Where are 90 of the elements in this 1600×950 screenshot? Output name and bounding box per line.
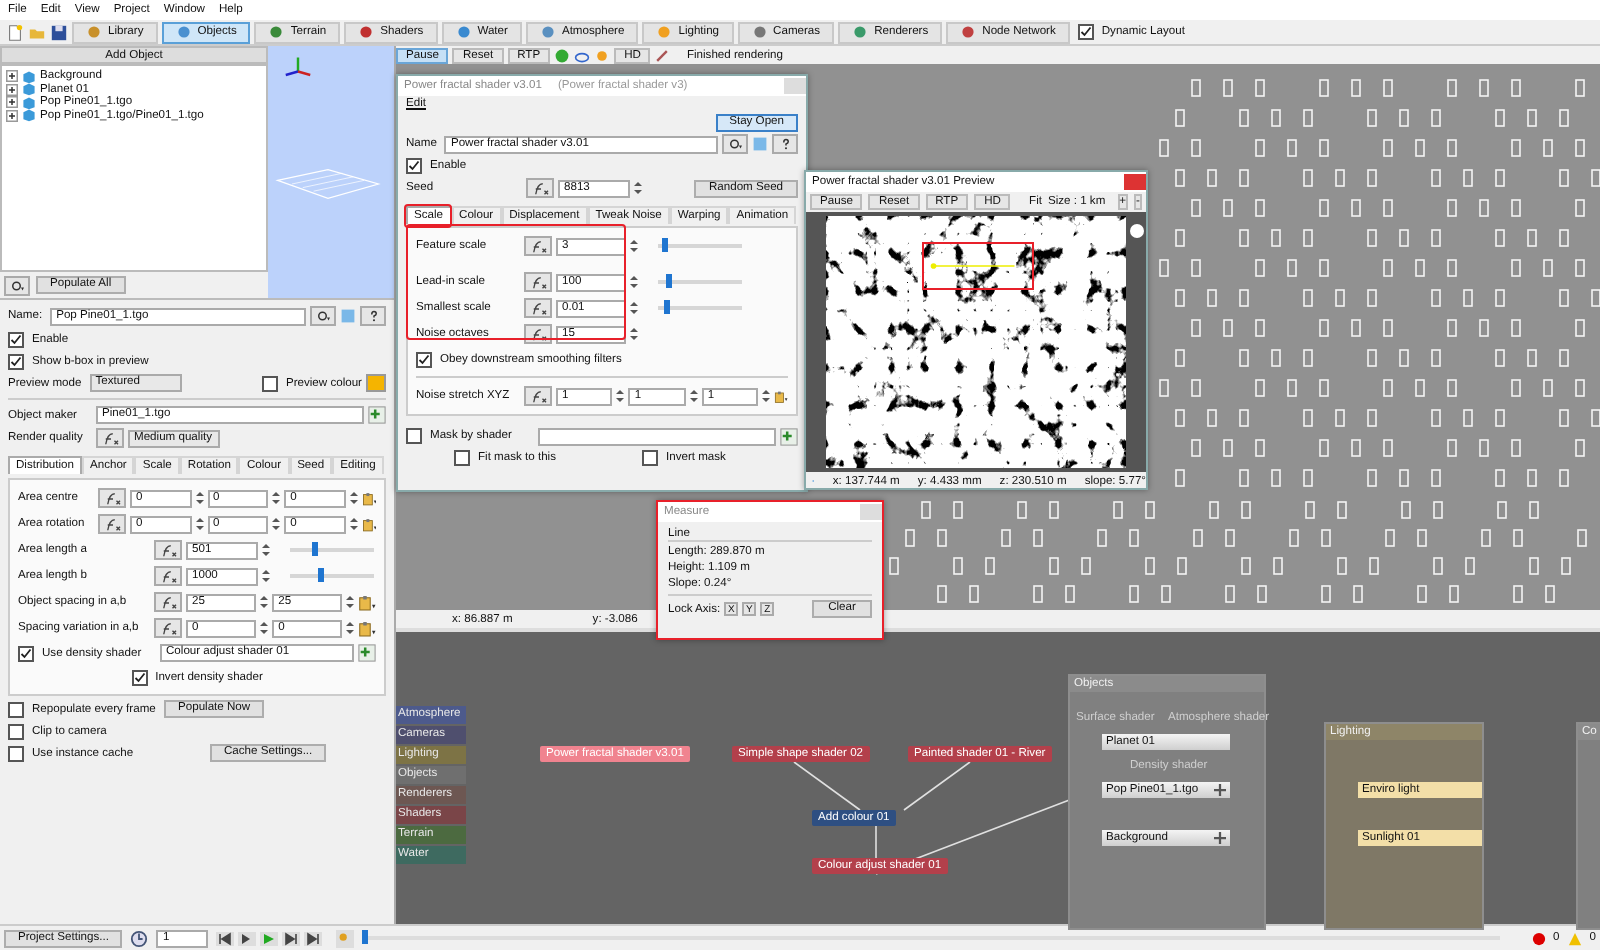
slider-thumb[interactable] bbox=[311, 542, 317, 556]
function-button[interactable] bbox=[524, 298, 552, 318]
checkbox[interactable] bbox=[8, 353, 24, 369]
add-icon[interactable] bbox=[358, 644, 376, 662]
help-icon bbox=[779, 138, 791, 150]
clipboard-icon[interactable] bbox=[361, 515, 376, 533]
expand-icon[interactable] bbox=[6, 96, 18, 109]
options-icon bbox=[727, 138, 743, 150]
add-icon[interactable] bbox=[368, 406, 386, 424]
tab-icon bbox=[656, 24, 673, 40]
error-icon bbox=[1531, 931, 1546, 945]
connector-line bbox=[793, 761, 861, 811]
expand-icon[interactable] bbox=[6, 70, 18, 83]
checkbox[interactable] bbox=[8, 745, 24, 761]
checkbox[interactable] bbox=[131, 669, 148, 685]
mask-shader-field[interactable] bbox=[538, 427, 776, 445]
function-button[interactable] bbox=[524, 272, 552, 292]
slider-thumb[interactable] bbox=[362, 930, 369, 944]
clipboard-icon[interactable] bbox=[358, 593, 376, 611]
clipboard-icon[interactable] bbox=[774, 387, 788, 405]
function-button[interactable] bbox=[154, 566, 182, 586]
sphere-icon[interactable] bbox=[554, 47, 571, 63]
options-icon bbox=[9, 279, 25, 291]
spinner-icon[interactable] bbox=[262, 542, 270, 558]
options-button[interactable] bbox=[310, 306, 336, 326]
checkbox[interactable] bbox=[454, 449, 470, 465]
help-button[interactable] bbox=[360, 306, 386, 326]
options-icon bbox=[315, 310, 331, 322]
sun-icon bbox=[1130, 224, 1144, 238]
clipboard-icon[interactable] bbox=[361, 489, 376, 507]
tab-icon bbox=[175, 24, 192, 40]
function-button[interactable] bbox=[98, 514, 126, 534]
help-icon bbox=[367, 310, 379, 322]
function-button[interactable] bbox=[154, 618, 182, 638]
spinner-icon[interactable] bbox=[630, 238, 638, 254]
tab-icon bbox=[455, 24, 472, 40]
checkbox[interactable] bbox=[406, 158, 422, 174]
highlight-frame bbox=[922, 242, 1034, 290]
checkbox[interactable] bbox=[8, 331, 24, 347]
expand-icon[interactable] bbox=[6, 83, 18, 96]
slider-thumb[interactable] bbox=[666, 274, 673, 288]
axes-icon bbox=[280, 54, 316, 82]
clock-icon[interactable] bbox=[130, 929, 149, 947]
checkbox[interactable] bbox=[642, 449, 658, 465]
save-icon[interactable] bbox=[50, 23, 68, 41]
checkbox[interactable] bbox=[18, 645, 34, 661]
slider-thumb[interactable] bbox=[663, 300, 670, 314]
colour-swatch[interactable] bbox=[366, 374, 386, 392]
function-button[interactable] bbox=[154, 592, 182, 612]
function-button[interactable] bbox=[96, 428, 124, 448]
warning-icon bbox=[1567, 931, 1582, 945]
add-icon[interactable] bbox=[780, 427, 798, 445]
spinner-icon[interactable] bbox=[262, 568, 270, 584]
tab-icon bbox=[751, 24, 768, 40]
function-button[interactable] bbox=[524, 236, 552, 256]
function-button[interactable] bbox=[154, 540, 182, 560]
function-button[interactable] bbox=[524, 324, 552, 344]
spinner-icon[interactable] bbox=[630, 300, 638, 316]
tab-icon bbox=[539, 24, 556, 40]
clipboard-icon[interactable] bbox=[358, 619, 376, 637]
grid-plane-drawing bbox=[272, 166, 384, 202]
checkbox[interactable] bbox=[8, 723, 24, 739]
checkbox[interactable] bbox=[416, 351, 432, 367]
tab-icon bbox=[960, 24, 977, 40]
checkbox[interactable] bbox=[8, 701, 24, 717]
spinner-icon[interactable] bbox=[634, 180, 642, 196]
help-button[interactable] bbox=[772, 134, 798, 154]
new-file-icon[interactable] bbox=[6, 23, 24, 41]
expand-icon[interactable] bbox=[6, 109, 18, 122]
spinner-icon[interactable] bbox=[630, 326, 638, 342]
tab-icon bbox=[86, 24, 102, 40]
options-button[interactable] bbox=[722, 134, 748, 154]
plus-icon[interactable] bbox=[1214, 832, 1226, 844]
checkbox[interactable] bbox=[261, 375, 278, 391]
tab-icon bbox=[268, 24, 285, 40]
brush-icon[interactable] bbox=[654, 47, 671, 63]
options-button[interactable] bbox=[4, 275, 30, 295]
tab-icon bbox=[358, 24, 375, 40]
cloud-icon[interactable] bbox=[574, 47, 591, 63]
checkbox[interactable] bbox=[406, 428, 422, 444]
spinner-icon[interactable] bbox=[630, 274, 638, 290]
tab-icon bbox=[852, 24, 869, 40]
slider-thumb[interactable] bbox=[662, 238, 669, 252]
function-button[interactable] bbox=[526, 178, 554, 198]
function-button[interactable] bbox=[524, 386, 552, 406]
function-button[interactable] bbox=[98, 488, 126, 508]
checkbox[interactable] bbox=[1077, 24, 1094, 40]
measure-line bbox=[930, 262, 1018, 270]
plus-icon[interactable] bbox=[1214, 784, 1226, 796]
slider-thumb[interactable] bbox=[317, 568, 324, 582]
